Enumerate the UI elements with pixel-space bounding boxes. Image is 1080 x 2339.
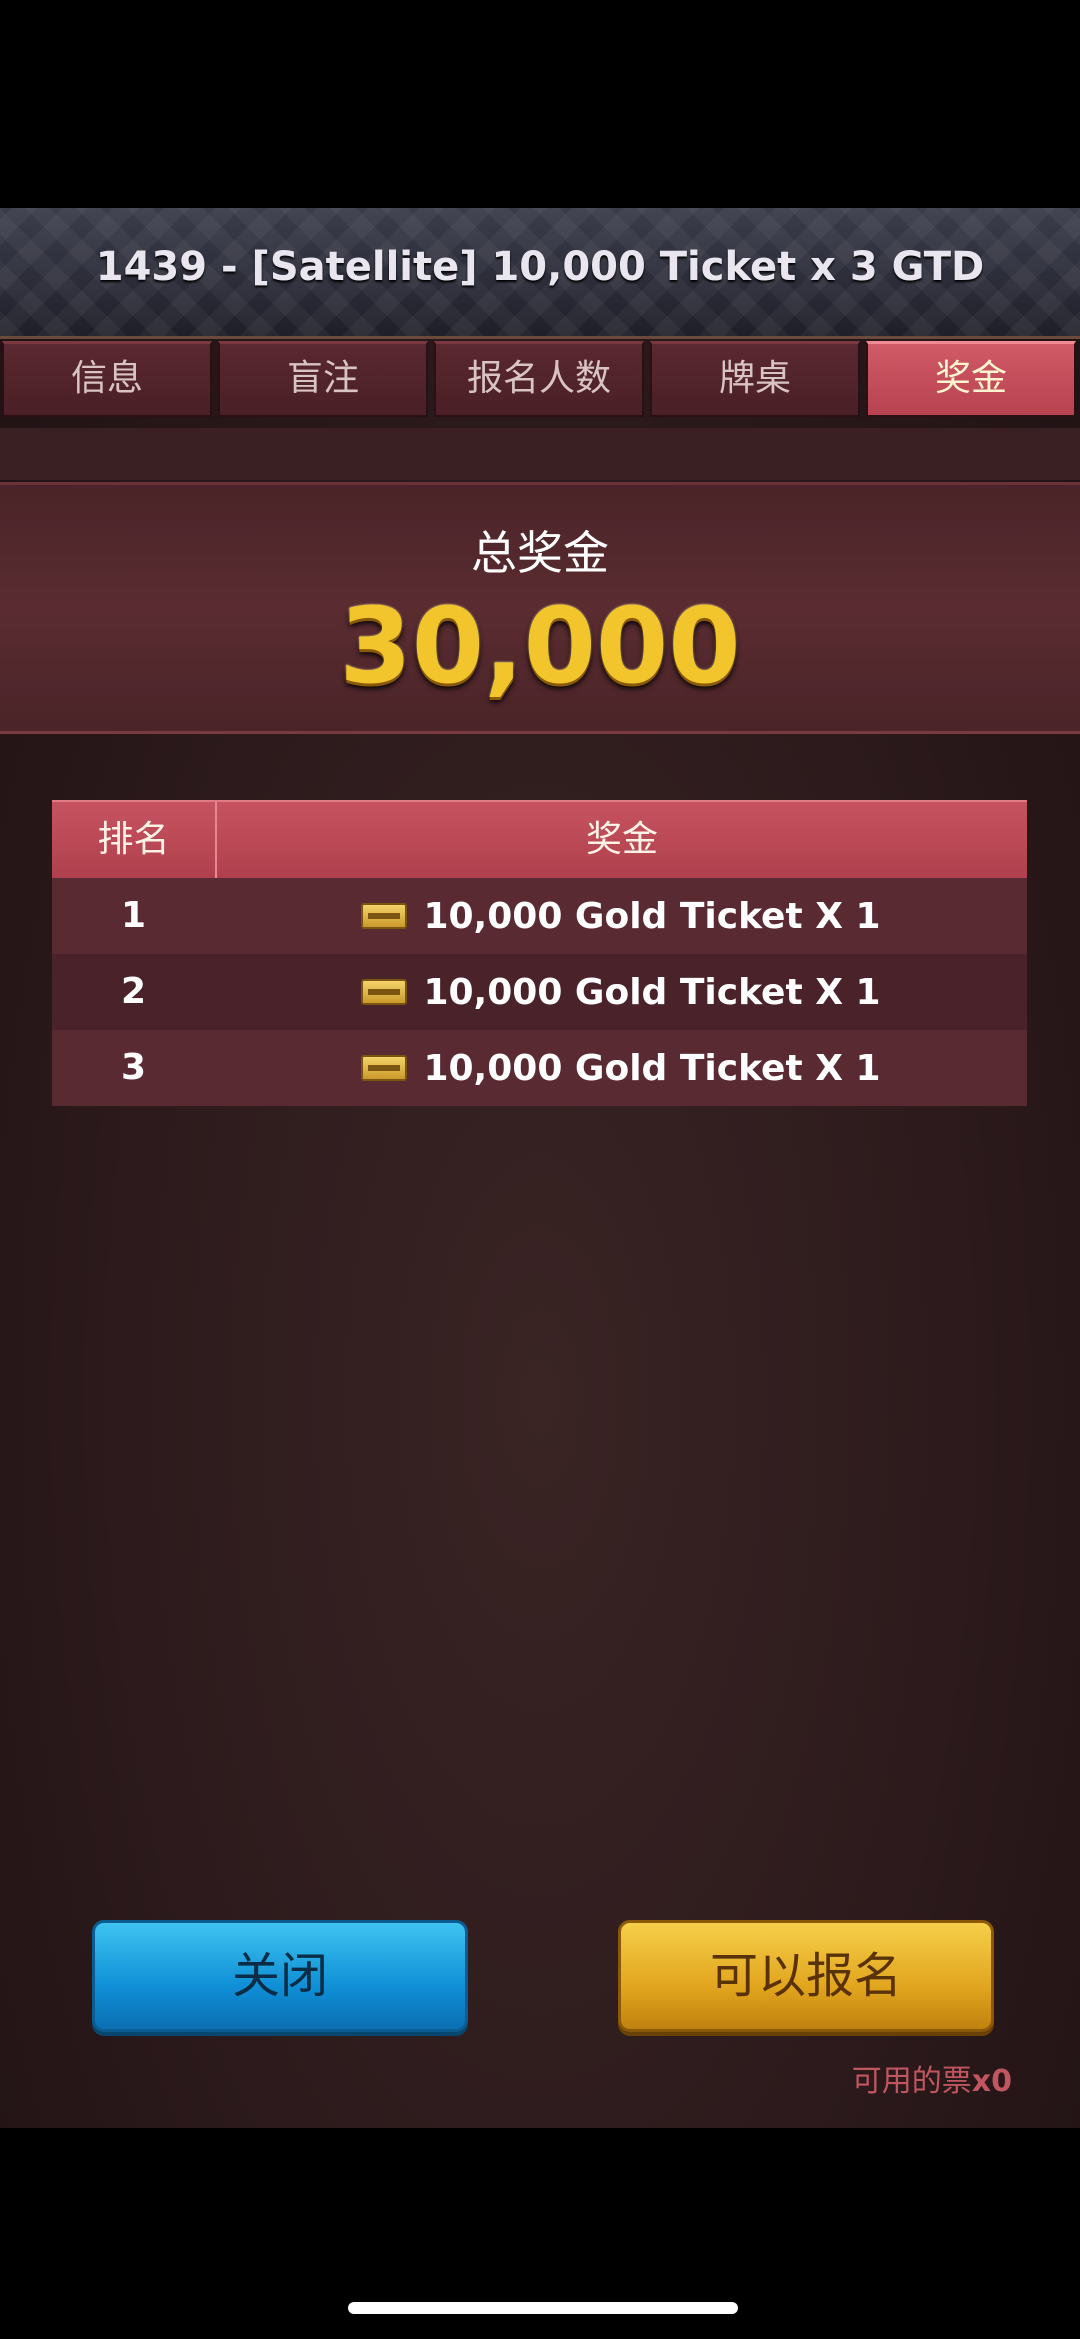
tab-entrants[interactable]: 报名人数 <box>434 341 644 417</box>
prize-pool-box: 总奖金 30,000 <box>0 482 1080 734</box>
register-button[interactable]: 可以报名 <box>618 1920 994 2032</box>
column-header-prize: 奖金 <box>585 819 658 860</box>
ticket-icon <box>361 979 408 1005</box>
rank-cell: 3 <box>120 1047 147 1088</box>
prize-text: 10,000 Gold Ticket X 1 <box>423 895 881 937</box>
tab-blinds[interactable]: 盲注 <box>218 341 428 417</box>
available-tickets: 可用的票x0 <box>852 2056 1012 2100</box>
tab-bar: 信息 盲注 报名人数 牌桌 奖金 <box>0 341 1080 421</box>
prize-cell: 10,000 Gold Ticket X 1 <box>215 878 1027 954</box>
column-header-rank: 排名 <box>52 802 217 878</box>
rank-cell: 1 <box>120 895 147 936</box>
table-row: 2 10,000 Gold Ticket X 1 <box>52 954 1027 1030</box>
divider-strip <box>0 428 1080 480</box>
prize-text: 10,000 Gold Ticket X 1 <box>423 971 881 1013</box>
prize-cell: 10,000 Gold Ticket X 1 <box>215 954 1027 1030</box>
tournament-title: 1439 - [Satellite] 10,000 Ticket x 3 GTD <box>95 244 985 290</box>
prize-pool-label: 总奖金 <box>471 526 609 580</box>
prize-text: 10,000 Gold Ticket X 1 <box>423 1047 881 1089</box>
home-indicator[interactable] <box>348 2302 738 2314</box>
title-bar: 1439 - [Satellite] 10,000 Ticket x 3 GTD <box>0 208 1080 339</box>
table-row: 3 10,000 Gold Ticket X 1 <box>52 1030 1027 1106</box>
rank-cell: 2 <box>120 971 147 1012</box>
ticket-icon <box>361 1055 408 1081</box>
ticket-icon <box>361 903 408 929</box>
available-tickets-count: x0 <box>971 2064 1012 2099</box>
available-tickets-label: 可用的票 <box>851 2064 972 2099</box>
tab-tables[interactable]: 牌桌 <box>650 341 860 417</box>
prize-pool-amount: 30,000 <box>339 585 741 707</box>
prize-cell: 10,000 Gold Ticket X 1 <box>215 1030 1027 1106</box>
close-button[interactable]: 关闭 <box>92 1920 468 2032</box>
table-row: 1 10,000 Gold Ticket X 1 <box>52 878 1027 954</box>
tab-info[interactable]: 信息 <box>2 341 212 417</box>
tab-prizes[interactable]: 奖金 <box>866 341 1076 417</box>
payout-table-header: 排名 奖金 <box>52 800 1027 878</box>
payout-table: 排名 奖金 1 10,000 Gold Ticket X 1 2 10,000 … <box>52 800 1027 1106</box>
